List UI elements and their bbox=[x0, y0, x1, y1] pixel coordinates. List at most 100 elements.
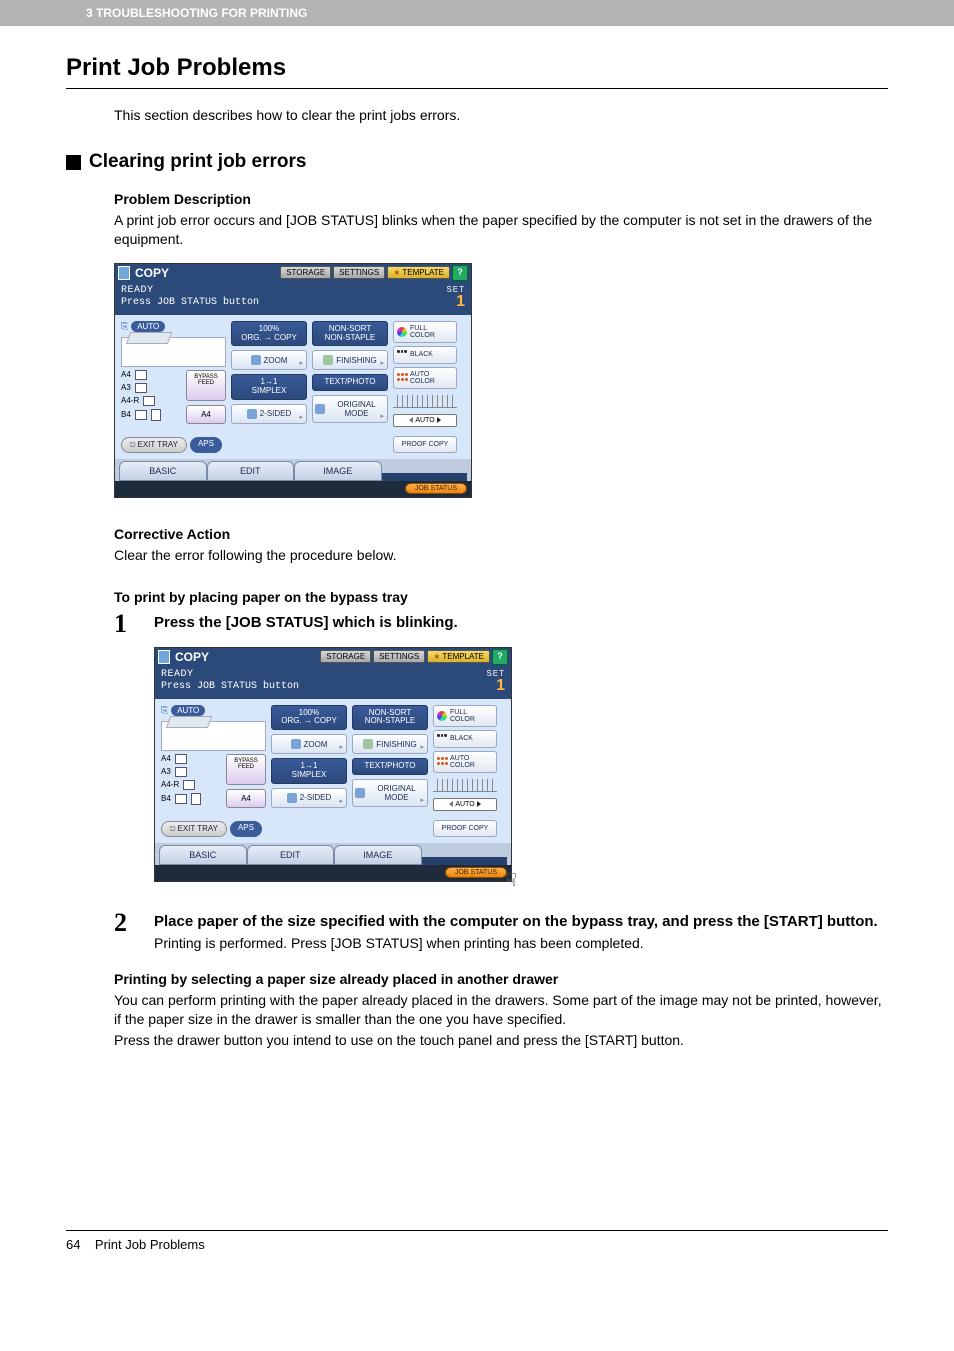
job-status-button[interactable]: JOB STATUS bbox=[445, 867, 507, 878]
black-icon bbox=[397, 350, 407, 360]
panel-title-copy: COPY bbox=[135, 266, 278, 280]
tray-a4r[interactable]: A4-R bbox=[161, 780, 222, 790]
aps-button[interactable]: APS bbox=[190, 437, 222, 453]
tab-edit[interactable]: EDIT bbox=[207, 461, 295, 481]
finishing-icon bbox=[363, 739, 373, 749]
bypass-feed-button[interactable]: BYPASS FEED bbox=[226, 754, 266, 785]
proof-copy-button[interactable]: PROOF COPY bbox=[433, 820, 497, 837]
square-bullet-icon bbox=[66, 155, 81, 170]
zoom-icon bbox=[291, 739, 301, 749]
right-tri-icon bbox=[477, 801, 481, 807]
simplex-value-box: 1→1 SIMPLEX bbox=[231, 374, 307, 400]
corrective-action-text: Clear the error following the procedure … bbox=[114, 546, 888, 565]
footer-page-number: 64 bbox=[66, 1237, 80, 1252]
scan-icon: ⎘ bbox=[121, 321, 128, 332]
zoom-button[interactable]: ZOOM▸ bbox=[231, 350, 307, 370]
black-button[interactable]: BLACK bbox=[393, 346, 457, 364]
step-2-body: Printing is performed. Press [JOB STATUS… bbox=[154, 935, 888, 951]
finishing-button[interactable]: FINISHING▸ bbox=[312, 350, 388, 370]
tray-a4[interactable]: A4 bbox=[121, 370, 182, 380]
two-sided-icon bbox=[287, 793, 297, 803]
finishing-button[interactable]: FINISHING▸ bbox=[352, 734, 428, 754]
exit-tray-button[interactable]: ⎋ EXIT TRAY bbox=[161, 821, 227, 837]
figure-copy-panel-2: COPY STORAGE SETTINGS ★TEMPLATE ? READY … bbox=[154, 647, 888, 882]
tray-b4[interactable]: B4 bbox=[121, 409, 182, 421]
density-auto-chip[interactable]: AUTO bbox=[433, 798, 497, 811]
a4-button[interactable]: A4 bbox=[186, 405, 226, 424]
zoom-icon bbox=[251, 355, 261, 365]
tab-basic[interactable]: BASIC bbox=[119, 461, 207, 481]
black-icon bbox=[437, 734, 447, 744]
auto-color-button[interactable]: AUTO COLOR bbox=[433, 751, 497, 773]
step-1-title: Press the [JOB STATUS] which is blinking… bbox=[154, 613, 888, 633]
two-sided-button[interactable]: 2-SIDED▸ bbox=[271, 788, 347, 808]
tab-image[interactable]: IMAGE bbox=[294, 461, 382, 481]
two-sided-icon bbox=[247, 409, 257, 419]
doc-icon bbox=[118, 266, 130, 280]
cursor-hand-icon: ☟ bbox=[506, 870, 517, 891]
simplex-value-box: 1→1 SIMPLEX bbox=[271, 758, 347, 784]
auto-color-icon bbox=[397, 373, 407, 383]
alt-procedure-heading: Printing by selecting a paper size alrea… bbox=[114, 971, 888, 987]
black-button[interactable]: BLACK bbox=[433, 730, 497, 748]
chapter-header-text: 3 TROUBLESHOOTING FOR PRINTING bbox=[10, 6, 944, 20]
tray-a4r[interactable]: A4-R bbox=[121, 396, 182, 406]
help-button[interactable]: ? bbox=[492, 649, 508, 665]
original-mode-icon bbox=[315, 404, 325, 414]
footer-section-name: Print Job Problems bbox=[95, 1237, 205, 1252]
tab-image[interactable]: IMAGE bbox=[334, 845, 422, 865]
set-count: 1 bbox=[486, 678, 505, 694]
tray-b4[interactable]: B4 bbox=[161, 793, 222, 805]
sort-value-box: NON-SORT NON-STAPLE bbox=[352, 705, 428, 731]
tray-a3[interactable]: A3 bbox=[161, 767, 222, 777]
template-button[interactable]: ★TEMPLATE bbox=[427, 650, 490, 663]
right-tri-icon bbox=[437, 417, 441, 423]
step-number-1: 1 bbox=[114, 611, 154, 637]
original-mode-button[interactable]: ORIGINAL MODE▸ bbox=[352, 779, 428, 807]
intro-paragraph: This section describes how to clear the … bbox=[114, 107, 888, 123]
tab-edit[interactable]: EDIT bbox=[247, 845, 335, 865]
aps-button[interactable]: APS bbox=[230, 821, 262, 837]
auto-pill[interactable]: AUTO bbox=[171, 705, 205, 716]
storage-button[interactable]: STORAGE bbox=[280, 266, 331, 279]
finishing-icon bbox=[323, 355, 333, 365]
tray-a4[interactable]: A4 bbox=[161, 754, 222, 764]
full-color-icon bbox=[397, 327, 407, 337]
proof-copy-button[interactable]: PROOF COPY bbox=[393, 436, 457, 453]
set-count: 1 bbox=[446, 294, 465, 310]
template-button[interactable]: ★TEMPLATE bbox=[387, 266, 450, 279]
storage-button[interactable]: STORAGE bbox=[320, 650, 371, 663]
auto-pill[interactable]: AUTO bbox=[131, 321, 165, 332]
density-auto-chip[interactable]: AUTO bbox=[393, 414, 457, 427]
job-status-button[interactable]: JOB STATUS bbox=[405, 483, 467, 494]
a4-button[interactable]: A4 bbox=[226, 789, 266, 808]
help-button[interactable]: ? bbox=[452, 265, 468, 281]
sort-value-box: NON-SORT NON-STAPLE bbox=[312, 321, 388, 347]
bypass-feed-button[interactable]: BYPASS FEED bbox=[186, 370, 226, 401]
tray-a3[interactable]: A3 bbox=[121, 383, 182, 393]
full-color-button[interactable]: FULL COLOR bbox=[433, 705, 497, 727]
auto-color-button[interactable]: AUTO COLOR bbox=[393, 367, 457, 389]
tab-blank bbox=[382, 473, 468, 481]
alt-paragraph-1: You can perform printing with the paper … bbox=[114, 991, 888, 1029]
original-mode-button[interactable]: ORIGINAL MODE▸ bbox=[312, 395, 388, 423]
exit-tray-button[interactable]: ⎋ EXIT TRAY bbox=[121, 437, 187, 453]
status-message: Press JOB STATUS button bbox=[161, 681, 299, 694]
density-ruler bbox=[393, 395, 457, 408]
original-mode-icon bbox=[355, 788, 365, 798]
corrective-action-heading: Corrective Action bbox=[114, 526, 888, 542]
settings-button[interactable]: SETTINGS bbox=[373, 650, 425, 663]
alt-paragraph-2: Press the drawer button you intend to us… bbox=[114, 1031, 888, 1050]
zoom-button[interactable]: ZOOM▸ bbox=[271, 734, 347, 754]
status-message: Press JOB STATUS button bbox=[121, 297, 259, 310]
page-title: Print Job Problems bbox=[66, 54, 888, 82]
tab-basic[interactable]: BASIC bbox=[159, 845, 247, 865]
full-color-button[interactable]: FULL COLOR bbox=[393, 321, 457, 343]
zoom-value-box: 100% ORG. → COPY bbox=[271, 705, 347, 731]
settings-button[interactable]: SETTINGS bbox=[333, 266, 385, 279]
title-rule bbox=[66, 88, 888, 89]
panel-title-copy: COPY bbox=[175, 650, 318, 664]
step-2-title: Place paper of the size specified with t… bbox=[154, 912, 888, 932]
two-sided-button[interactable]: 2-SIDED▸ bbox=[231, 404, 307, 424]
tab-blank bbox=[422, 857, 508, 865]
